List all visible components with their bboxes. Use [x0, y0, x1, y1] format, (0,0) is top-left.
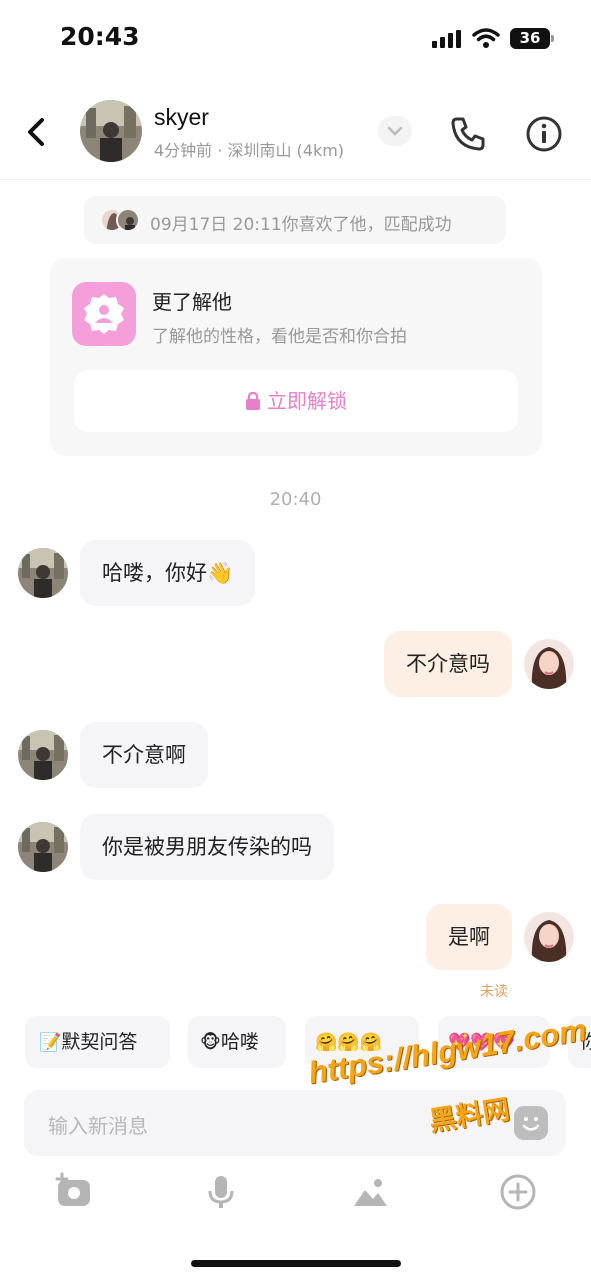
contact-avatar-message[interactable]: [18, 822, 68, 872]
message-bubble-incoming: 不介意啊: [80, 722, 208, 788]
message-bubble-outgoing: 是啊: [426, 904, 512, 970]
status-time: 20:43: [60, 22, 140, 51]
phone-icon[interactable]: [448, 114, 488, 154]
my-avatar-message[interactable]: [524, 912, 574, 962]
home-indicator[interactable]: [191, 1260, 401, 1267]
camera-icon[interactable]: [54, 1172, 94, 1212]
message-bubble-outgoing: 不介意吗: [384, 631, 512, 697]
microphone-icon[interactable]: [201, 1172, 241, 1212]
image-icon[interactable]: [350, 1172, 390, 1212]
match-text: 09月17日 20:11你喜欢了他，匹配成功: [150, 215, 452, 235]
contact-avatar[interactable]: [80, 100, 142, 162]
know-description: 了解他的性格，看他是否和你合拍: [152, 327, 407, 347]
signal-icon: [432, 30, 462, 48]
watermark: https://hlgw17.com 黑料网: [306, 1012, 589, 1138]
back-button[interactable]: [18, 112, 52, 152]
my-avatar-message[interactable]: [524, 639, 574, 689]
status-bar: 20:43 36: [0, 0, 591, 80]
message-bubble-incoming: 你是被男朋友传染的吗: [80, 814, 334, 880]
quick-reply-chip[interactable]: 🐵哈喽: [188, 1016, 286, 1068]
message-input-placeholder: 输入新消息: [48, 1114, 148, 1138]
quiz-icon: 📝: [39, 1032, 62, 1053]
contact-avatar-message[interactable]: [18, 548, 68, 598]
unlock-button[interactable]: 立即解锁: [74, 370, 518, 432]
contact-status: 4分钟前 · 深圳南山 (4km): [154, 141, 345, 160]
read-status: 未读: [480, 984, 508, 1000]
know-title: 更了解他: [152, 290, 232, 314]
watermark-brand: 黑料网: [427, 1094, 512, 1138]
match-notice: 09月17日 20:11你喜欢了他，匹配成功: [84, 196, 506, 244]
chat-header: skyer 4分钟前 · 深圳南山 (4km): [0, 90, 591, 180]
unlock-label: 立即解锁: [267, 389, 347, 413]
monkey-emoji-icon: 🐵: [200, 1032, 221, 1053]
contact-name: skyer: [154, 104, 209, 130]
time-divider: 20:40: [269, 489, 322, 510]
dropdown-button[interactable]: [378, 116, 412, 146]
contact-avatar-message[interactable]: [18, 730, 68, 780]
message-bubble-incoming: 哈喽，你好👋: [80, 540, 256, 606]
plus-icon[interactable]: [498, 1172, 538, 1212]
match-avatars: [100, 208, 140, 232]
quick-reply-chip[interactable]: 📝默契问答: [25, 1016, 170, 1068]
wifi-icon: [472, 28, 500, 48]
know-him-card: 更了解他 了解他的性格，看他是否和你合拍 立即解锁: [50, 258, 542, 456]
lock-icon: [246, 392, 260, 410]
info-icon[interactable]: [524, 114, 564, 154]
contact-avatar-small: [116, 208, 140, 232]
personality-badge-icon: [72, 282, 136, 346]
battery-icon: 36: [510, 28, 554, 49]
chevron-down-icon: [387, 126, 403, 136]
